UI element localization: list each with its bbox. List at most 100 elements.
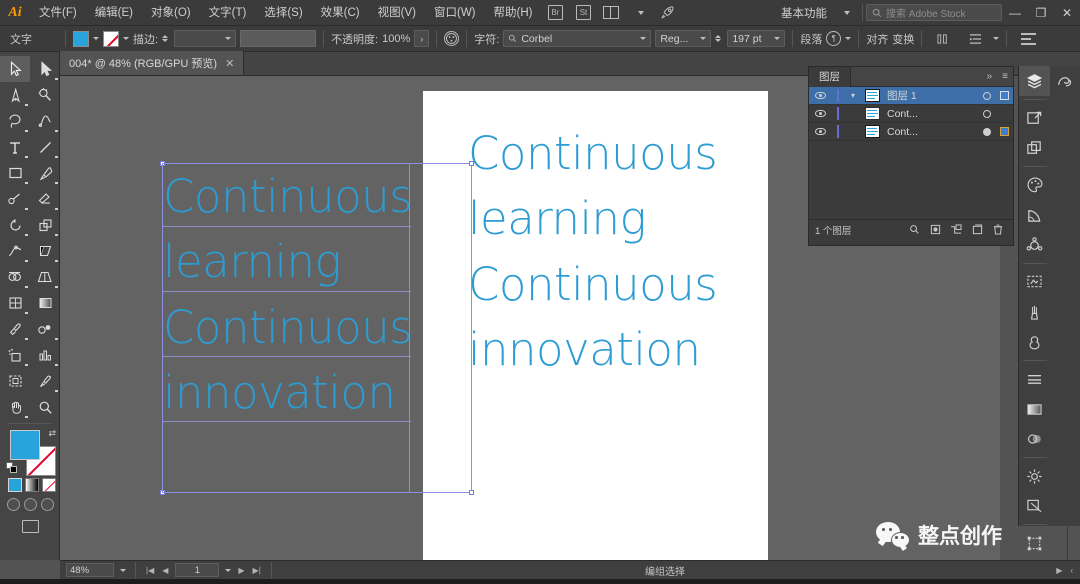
- zoom-level-input[interactable]: 48%: [66, 563, 114, 577]
- menu-object[interactable]: 对象(O): [142, 0, 200, 26]
- slice-tool[interactable]: [30, 368, 60, 394]
- font-size-caret-icon[interactable]: [774, 37, 781, 40]
- width-tool[interactable]: [0, 238, 30, 264]
- font-size-stepper[interactable]: [715, 35, 722, 42]
- gradient-panel-icon[interactable]: [1019, 394, 1050, 424]
- export-panel-icon[interactable]: [1019, 103, 1050, 133]
- workspace-switcher-label[interactable]: 基本功能: [777, 5, 831, 21]
- create-new-sublayer-icon[interactable]: [947, 222, 965, 238]
- make-clipping-mask-icon[interactable]: [926, 222, 944, 238]
- stock-icon[interactable]: St: [571, 3, 595, 23]
- recolor-artwork-icon[interactable]: [1019, 230, 1050, 260]
- image-trace-icon[interactable]: [1019, 267, 1050, 297]
- menu-view[interactable]: 视图(V): [369, 0, 425, 26]
- font-size-input[interactable]: 197 pt: [727, 30, 786, 47]
- layer-selection-square[interactable]: [995, 127, 1013, 136]
- magic-wand-tool[interactable]: [30, 82, 60, 108]
- distribute-icon[interactable]: [931, 29, 955, 49]
- align-label[interactable]: 对齐: [866, 31, 888, 47]
- layer-target-indicator[interactable]: [979, 109, 995, 118]
- direct-selection-tool[interactable]: [30, 56, 60, 82]
- layers-panel-icon[interactable]: [1019, 66, 1050, 96]
- bridge-icon[interactable]: Br: [543, 3, 567, 23]
- layer-lock-toggle[interactable]: [831, 89, 845, 102]
- artboard-first-icon[interactable]: |◀: [145, 566, 155, 575]
- paragraph-label[interactable]: 段落: [800, 31, 822, 47]
- stock-search-input[interactable]: 搜索 Adobe Stock: [866, 4, 1002, 21]
- layer-row[interactable]: ▾ 图层 1: [809, 87, 1013, 105]
- selected-text-block[interactable]: Continuous learning Continuous innovatio…: [163, 164, 423, 425]
- rectangle-tool[interactable]: [0, 160, 30, 186]
- selection-handle-bottom-right[interactable]: [469, 490, 474, 495]
- blend-tool[interactable]: [30, 316, 60, 342]
- layer-lock-toggle[interactable]: [831, 125, 845, 138]
- curvature-tool[interactable]: [30, 108, 60, 134]
- arrange-documents-icon[interactable]: [599, 3, 623, 23]
- layer-visibility-toggle[interactable]: [809, 128, 831, 135]
- free-transform-tool[interactable]: [30, 238, 60, 264]
- layer-target-indicator[interactable]: [979, 91, 995, 100]
- draw-inside-button[interactable]: [41, 498, 54, 511]
- type-tool[interactable]: [0, 134, 30, 160]
- color-mode-none-button[interactable]: [42, 478, 56, 492]
- panel-menu-icon[interactable]: [1016, 29, 1040, 49]
- restore-button[interactable]: ❐: [1028, 0, 1054, 26]
- layer-visibility-toggle[interactable]: [809, 92, 831, 99]
- stroke-width-input[interactable]: [174, 30, 237, 47]
- libraries-panel-icon[interactable]: [1050, 66, 1080, 96]
- layer-lock-toggle[interactable]: [831, 107, 845, 120]
- layer-row[interactable]: Cont...: [809, 105, 1013, 123]
- menu-window[interactable]: 窗口(W): [425, 0, 485, 26]
- gradient-tool[interactable]: [30, 290, 60, 316]
- menu-type[interactable]: 文字(T): [200, 0, 256, 26]
- transparency-panel-icon[interactable]: [1019, 424, 1050, 454]
- layer-visibility-toggle[interactable]: [809, 110, 831, 117]
- appearance-panel-icon[interactable]: [1019, 461, 1050, 491]
- swap-fill-stroke-icon[interactable]: ⇄: [48, 428, 56, 439]
- font-family-input[interactable]: Corbel: [503, 30, 652, 47]
- layer-expand-icon[interactable]: ▾: [845, 91, 861, 100]
- change-screen-mode-button[interactable]: [22, 520, 39, 533]
- paintbrush-tool[interactable]: [30, 160, 60, 186]
- color-panel-icon[interactable]: [1019, 170, 1050, 200]
- indent-icon[interactable]: [963, 29, 987, 49]
- default-fill-stroke-icon[interactable]: [6, 462, 17, 473]
- layers-panel-collapse-icon[interactable]: »: [982, 71, 998, 82]
- stroke-color-swatch[interactable]: [103, 30, 119, 47]
- draw-normal-button[interactable]: [7, 498, 20, 511]
- graphic-styles-icon[interactable]: [1019, 491, 1050, 521]
- color-mode-color-button[interactable]: [8, 478, 22, 492]
- status-more-icon[interactable]: ‹: [1069, 566, 1074, 575]
- opacity-value[interactable]: 100%: [382, 33, 410, 45]
- color-mode-gradient-button[interactable]: [25, 478, 39, 492]
- menu-file[interactable]: 文件(F): [30, 0, 86, 26]
- stroke-panel-icon[interactable]: [1019, 364, 1050, 394]
- delete-selection-icon[interactable]: [989, 222, 1007, 238]
- artboard-last-icon[interactable]: ▶|: [252, 566, 262, 575]
- artboard-number-input[interactable]: 1: [175, 563, 220, 577]
- line-segment-tool[interactable]: [30, 134, 60, 160]
- variable-width-profile-field[interactable]: [240, 30, 317, 47]
- layer-name[interactable]: Cont...: [883, 126, 979, 138]
- brushes-panel-icon[interactable]: [1019, 297, 1050, 327]
- fill-caret-icon[interactable]: [93, 37, 99, 40]
- opacity-more-button[interactable]: ›: [414, 30, 430, 47]
- selection-tool[interactable]: [0, 56, 30, 82]
- artboard-tool[interactable]: [0, 368, 30, 394]
- artboard-next-icon[interactable]: ▶: [237, 566, 245, 575]
- layer-row[interactable]: Cont...: [809, 123, 1013, 141]
- paragraph-icon[interactable]: ¶: [826, 31, 842, 46]
- mesh-tool[interactable]: [0, 290, 30, 316]
- column-graph-tool[interactable]: [30, 342, 60, 368]
- locate-object-icon[interactable]: [905, 222, 923, 238]
- minimize-button[interactable]: —: [1002, 0, 1028, 26]
- asset-export-icon[interactable]: [1019, 133, 1050, 163]
- stroke-width-caret-icon[interactable]: [225, 37, 232, 40]
- perspective-grid-tool[interactable]: [30, 264, 60, 290]
- character-label[interactable]: 字符:: [474, 31, 499, 47]
- zoom-tool[interactable]: [30, 394, 60, 420]
- layer-name[interactable]: Cont...: [883, 108, 979, 120]
- paragraph-caret-icon[interactable]: [845, 37, 852, 40]
- font-family-caret-icon[interactable]: [640, 37, 647, 40]
- scale-tool[interactable]: [30, 212, 60, 238]
